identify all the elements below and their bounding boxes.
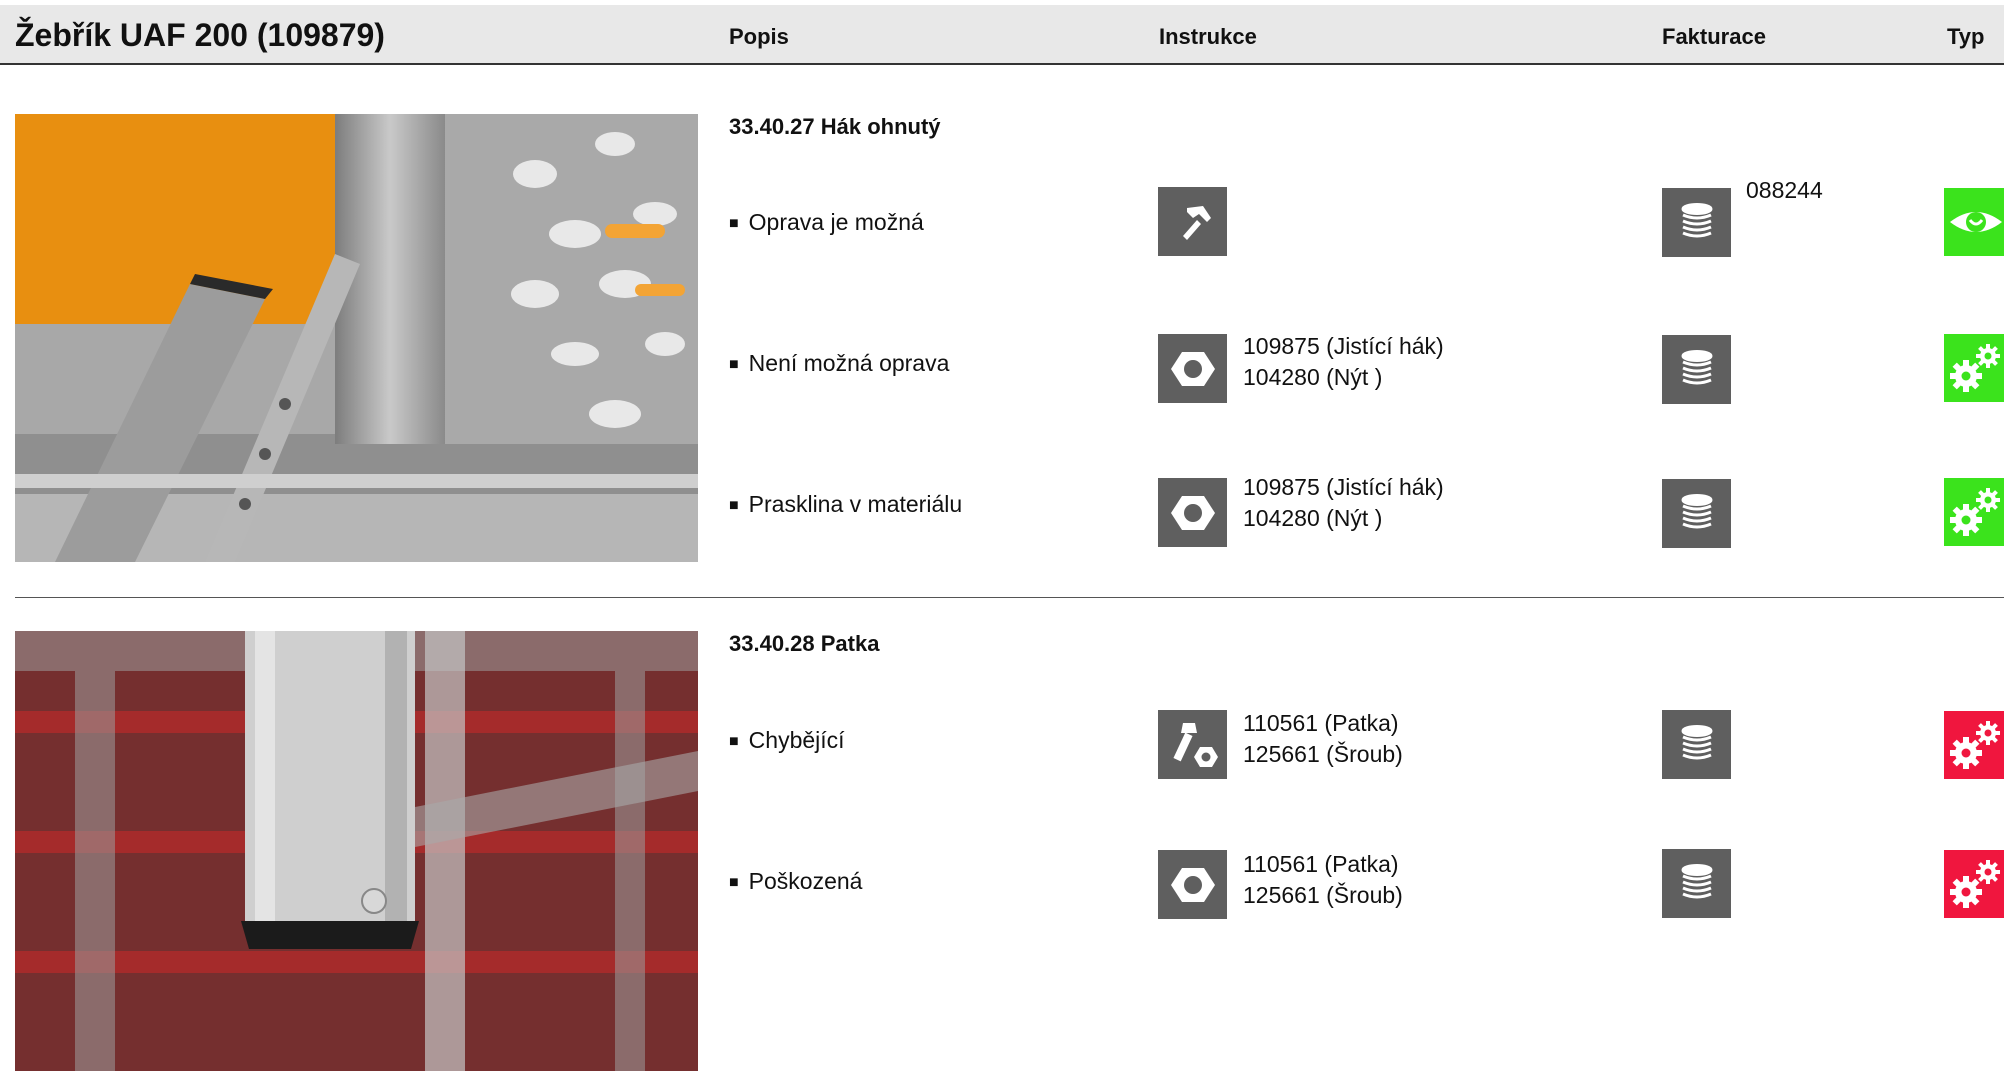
material-item: 125661 (Šroub) — [1243, 741, 1403, 767]
page-title: Žebřík UAF 200 (109879) — [15, 17, 385, 53]
bolt-nut-icon — [1158, 710, 1227, 779]
defect-row-label: ■ Není možná oprava — [729, 350, 950, 376]
gears-icon — [1944, 478, 2004, 546]
nut-icon — [1158, 334, 1227, 403]
material-list: 109875 (Jistící hák) 104280 (Nýt ) — [1243, 331, 1444, 393]
coins-icon — [1662, 710, 1731, 779]
gears-icon — [1944, 711, 2004, 779]
gears-icon — [1944, 334, 2004, 402]
coins-icon — [1662, 479, 1731, 548]
photo-hook — [15, 114, 698, 562]
section-divider — [15, 597, 2004, 598]
gears-icon — [1944, 850, 2004, 918]
nut-icon — [1158, 850, 1227, 919]
coins-icon — [1662, 849, 1731, 918]
column-header-typ: Typ — [1947, 24, 1985, 49]
defect-row-label: ■ Prasklina v materiálu — [729, 491, 963, 517]
coins-icon — [1662, 335, 1731, 404]
table-header: Žebřík UAF 200 (109879) Popis Instrukce … — [0, 5, 2004, 65]
section-title: 33.40.28 Patka — [729, 631, 880, 656]
material-item: 104280 (Nýt ) — [1243, 364, 1383, 390]
column-header-instrukce: Instrukce — [1159, 24, 1257, 49]
material-list: 109875 (Jistící hák) 104280 (Nýt ) — [1243, 472, 1444, 534]
defect-row-label: ■ Chybějící — [729, 727, 845, 753]
column-header-popis: Popis — [729, 24, 789, 49]
material-list: 110561 (Patka) 125661 (Šroub) — [1243, 849, 1403, 911]
hammer-icon — [1158, 187, 1227, 256]
material-item: 110561 (Patka) — [1243, 851, 1399, 877]
material-item: 110561 (Patka) — [1243, 710, 1399, 736]
material-item: 109875 (Jistící hák) — [1243, 474, 1444, 500]
defect-row-label: ■ Oprava je možná — [729, 209, 924, 235]
coins-icon — [1662, 188, 1731, 257]
material-item: 104280 (Nýt ) — [1243, 505, 1383, 531]
nut-icon — [1158, 478, 1227, 547]
material-item: 109875 (Jistící hák) — [1243, 333, 1444, 359]
invoice-number: 088244 — [1746, 177, 1823, 203]
section-title: 33.40.27 Hák ohnutý — [729, 114, 941, 139]
eye-icon — [1944, 188, 2004, 256]
photo-foot — [15, 631, 698, 1071]
material-list: 110561 (Patka) 125661 (Šroub) — [1243, 708, 1403, 770]
defect-row-label: ■ Poškozená — [729, 868, 863, 894]
material-item: 125661 (Šroub) — [1243, 882, 1403, 908]
column-header-fakturace: Fakturace — [1662, 24, 1766, 49]
